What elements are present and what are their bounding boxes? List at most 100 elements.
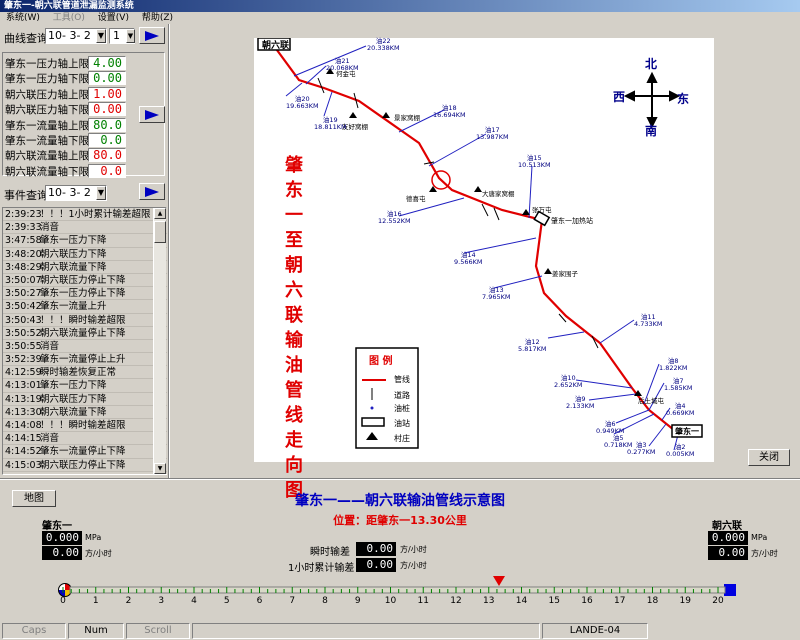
event-text: 消音	[40, 340, 60, 352]
event-row[interactable]: 3:50:43 ！！！瞬时输差超限	[3, 314, 167, 327]
scroll-down-icon[interactable]: ▼	[154, 463, 166, 474]
event-row[interactable]: 3:50:42 肇东一流量上升	[3, 300, 167, 314]
event-row[interactable]: 3:50:55 消音	[3, 340, 167, 354]
village-label: 后土城屯	[638, 397, 664, 405]
horizontal-divider	[0, 478, 800, 480]
pile-label: 油12 5.817KM	[518, 339, 546, 353]
status-caps: Caps	[2, 623, 66, 639]
event-list-scrollbar[interactable]: ▲ ▼	[153, 208, 166, 474]
event-row[interactable]: 4:14:52 肇东一流量停止下降	[3, 445, 167, 459]
scale-label: 19	[679, 596, 691, 606]
scroll-up-icon[interactable]: ▲	[154, 208, 166, 219]
map-station-heat: 肇东一加热站	[551, 217, 593, 225]
event-text: ！！！瞬时输差超限	[40, 314, 126, 326]
map-vertical-title: 肇东一至朝六联输油管线走向图	[285, 155, 303, 501]
close-button[interactable]: 关闭	[748, 449, 790, 466]
legend-road: 道路	[394, 391, 410, 400]
event-time: 3:52:39	[5, 354, 42, 366]
pile-label: 油14 9.566KM	[454, 252, 482, 266]
scale-label: 6	[256, 596, 263, 606]
chevron-down-icon[interactable]: ▼	[96, 186, 106, 200]
event-text: 肇东一压力下降	[40, 235, 107, 247]
pile-label: 油11 4.733KM	[634, 314, 662, 328]
menu-help[interactable]: 帮助(Z)	[142, 12, 173, 24]
scale-label: 13	[483, 596, 495, 606]
pile-label: 油17 13.987KM	[476, 127, 509, 141]
scale-label: 3	[158, 596, 165, 606]
pile-label: 油18 16.694KM	[433, 105, 466, 119]
village-label: 德喜屯	[406, 195, 426, 203]
event-text: 朝六联压力下降	[40, 248, 107, 260]
chevron-down-icon[interactable]: ▼	[96, 29, 106, 43]
limits-apply-button[interactable]	[139, 106, 165, 123]
menu-tools[interactable]: 工具(O)	[53, 12, 85, 24]
pile-km: 20.068KM	[326, 64, 359, 72]
pile-km: 13.987KM	[476, 133, 509, 141]
instant-diff-unit: 方/小时	[400, 545, 427, 554]
event-row[interactable]: 2:39:23 ！！！1小时累计输差超限	[3, 208, 167, 222]
status-bar: Caps Num Scroll LANDE-04	[0, 621, 800, 640]
event-list[interactable]: 2:39:23 ！！！1小时累计输差超限 2:39:33 消音 3:47:58 肇东一压力…	[3, 208, 167, 474]
menu-settings[interactable]: 设置(V)	[98, 12, 129, 24]
scale-label: 12	[450, 596, 462, 606]
limit-value[interactable]: 0.0	[88, 133, 126, 147]
limit-label: 朝六联压力轴下限	[5, 104, 89, 117]
limit-value[interactable]: 1.00	[88, 86, 126, 101]
event-text: 肇东一流量上升	[40, 301, 107, 313]
event-row[interactable]: 3:48:20 朝六联压力下降	[3, 248, 167, 261]
left-pressure-value: 0.000	[42, 531, 82, 545]
menu-system[interactable]: 系统(W)	[6, 12, 40, 24]
bottom-title: 肇东一——朝六联输油管线示意图	[295, 493, 505, 509]
event-row[interactable]: 4:13:01 肇东一压力下降	[3, 379, 167, 393]
event-text: 瞬时输差恢复正常	[40, 367, 117, 379]
limit-value[interactable]: 80.0	[88, 117, 126, 132]
event-row[interactable]: 4:14:15 消音	[3, 432, 167, 446]
scale-label: 11	[417, 596, 429, 606]
curve-date-value: 10- 3- 2	[48, 29, 91, 42]
event-row[interactable]: 4:12:59 瞬时输差恢复正常	[3, 366, 167, 380]
curve-query-button[interactable]	[139, 27, 165, 44]
event-row[interactable]: 3:52:39 肇东一流量停止上升	[3, 353, 167, 367]
limit-value[interactable]: 0.0	[88, 163, 126, 178]
scroll-thumb[interactable]	[154, 221, 166, 243]
pile-label: 油7 1.585KM	[664, 378, 692, 392]
event-row[interactable]: 4:13:30 朝六联流量下降	[3, 406, 167, 419]
scale-label: 9	[354, 596, 361, 606]
event-row[interactable]: 3:50:27 肇东一压力停止下降	[3, 287, 167, 301]
event-query-button[interactable]	[139, 183, 165, 200]
arrow-right-icon	[145, 30, 159, 41]
event-row[interactable]: 4:14:08 ！！！瞬时输差超限	[3, 419, 167, 433]
limit-value[interactable]: 0.00	[88, 71, 126, 86]
limit-label: 肇东一压力轴上限	[5, 58, 89, 70]
event-row[interactable]: 3:47:58 肇东一压力下降	[3, 234, 167, 248]
chevron-down-icon[interactable]: ▼	[126, 29, 135, 43]
pile-km: 7.965KM	[482, 293, 511, 301]
event-row[interactable]: 3:50:07 朝六联压力停止下降	[3, 274, 167, 288]
event-time: 2:39:23	[5, 209, 42, 220]
event-text: 消音	[40, 222, 60, 234]
limit-value[interactable]: 0.00	[88, 102, 126, 117]
event-text: 肇东一压力停止下降	[40, 288, 126, 300]
legend-village: 村庄	[394, 434, 410, 443]
curve-index-value: 1	[113, 29, 120, 42]
pile-label: 油4 0.669KM	[666, 403, 694, 417]
leak-position: 位置：距肇东一13.30公里	[333, 514, 467, 527]
limit-value[interactable]: 4.00	[88, 56, 126, 70]
event-text: ！！！1小时累计输差超限	[40, 209, 151, 220]
event-row[interactable]: 4:15:03 朝六联压力停止下降	[3, 459, 167, 472]
event-row[interactable]: 3:50:52 朝六联流量停止下降	[3, 327, 167, 340]
hour-diff-label: 1小时累计输差	[288, 563, 355, 574]
event-time: 3:50:55	[5, 340, 42, 352]
right-flow-value: 0.00	[708, 546, 748, 560]
scale-label: 20	[712, 596, 724, 606]
scale-label: 7	[289, 596, 296, 606]
event-row[interactable]: 4:13:19 朝六联压力下降	[3, 393, 167, 406]
event-time: 3:50:52	[5, 327, 42, 339]
limit-label: 肇东一压力轴下限	[5, 73, 89, 86]
instant-diff-label: 瞬时输差	[310, 547, 350, 558]
pile-km: 10.513KM	[518, 161, 551, 169]
limit-value[interactable]: 80.0	[88, 148, 126, 163]
event-row[interactable]: 2:39:33 消音	[3, 221, 167, 235]
event-row[interactable]: 3:48:29 朝六联流量下降	[3, 261, 167, 274]
scale-label: 8	[322, 596, 328, 606]
